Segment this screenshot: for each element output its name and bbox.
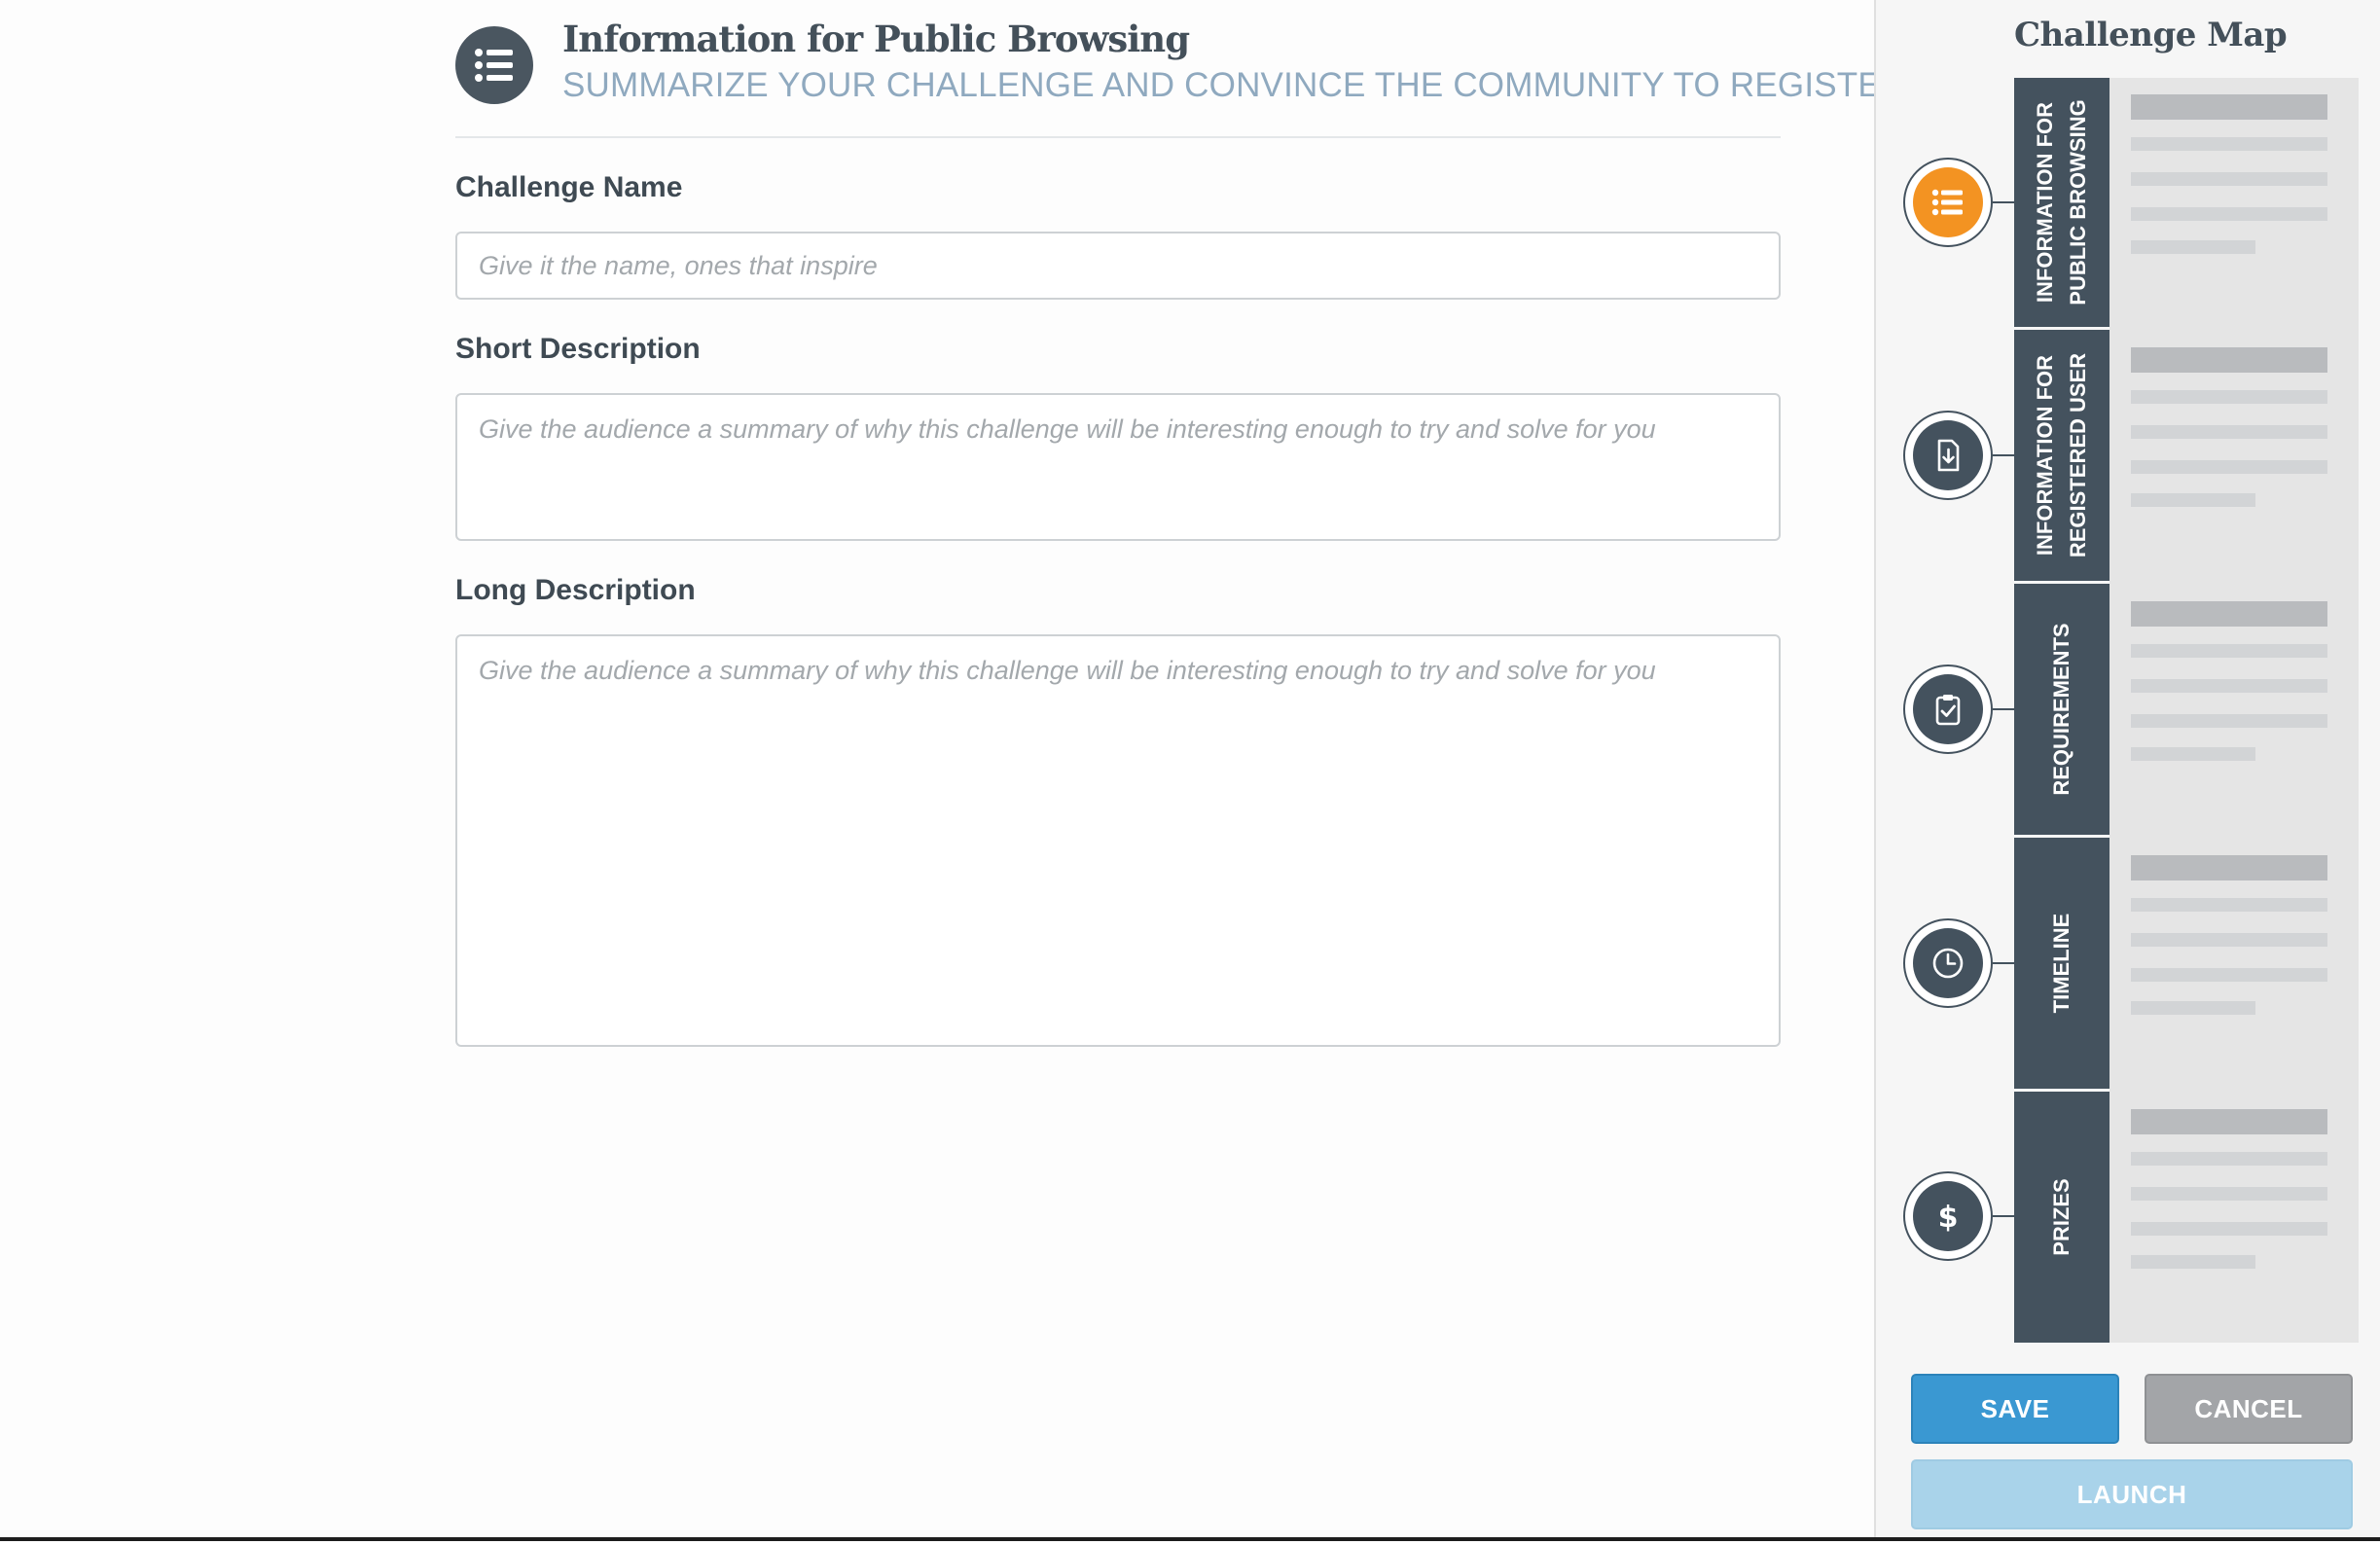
preview-line xyxy=(2131,1222,2327,1236)
preview-line xyxy=(2131,1187,2327,1201)
short-description-label: Short Description xyxy=(455,333,701,365)
map-step-label: REQUIREMENTS xyxy=(2049,623,2073,796)
map-step-registered-user[interactable]: INFORMATION FOR REGISTERED USER xyxy=(2014,330,2110,581)
document-download-icon xyxy=(1913,420,1983,490)
challenge-form-panel: Information for Public Browsing SUMMARIZ… xyxy=(0,0,1905,1537)
map-node-registered-user[interactable] xyxy=(1903,411,1993,500)
launch-button[interactable]: LAUNCH xyxy=(1911,1459,2353,1529)
challenge-name-label: Challenge Name xyxy=(455,171,683,203)
connector-line xyxy=(1993,201,2014,203)
map-step-prizes[interactable]: PRIZES xyxy=(2014,1092,2110,1343)
preview-line xyxy=(2131,390,2327,404)
challenge-name-input[interactable] xyxy=(455,232,1781,300)
preview-line xyxy=(2131,425,2327,439)
short-description-textarea[interactable] xyxy=(455,393,1781,541)
page-subtitle: SUMMARIZE YOUR CHALLENGE AND CONVINCE TH… xyxy=(562,66,1906,104)
preview-line xyxy=(2131,747,2255,761)
challenge-map-title: Challenge Map xyxy=(2014,16,2288,54)
header-divider xyxy=(455,136,1781,138)
clipboard-check-icon xyxy=(1913,674,1983,744)
preview-line xyxy=(2131,714,2327,728)
map-step-requirements[interactable]: REQUIREMENTS xyxy=(2014,584,2110,835)
map-node-public-browsing[interactable] xyxy=(1903,158,1993,247)
long-description-label: Long Description xyxy=(455,574,696,606)
connector-line xyxy=(1993,454,2014,456)
preview-line xyxy=(2131,172,2327,186)
list-icon xyxy=(455,26,533,104)
list-icon xyxy=(1913,167,1983,237)
connector-line xyxy=(1993,708,2014,710)
preview-line xyxy=(2131,207,2327,221)
preview-line xyxy=(2131,493,2255,507)
preview-line xyxy=(2131,460,2327,474)
preview-line xyxy=(2131,1001,2255,1015)
preview-line xyxy=(2131,347,2327,373)
preview-line xyxy=(2131,855,2327,880)
preview-line xyxy=(2131,240,2255,254)
preview-line xyxy=(2131,1255,2255,1269)
map-step-label: PRIZES xyxy=(2049,1178,2073,1256)
connector-line xyxy=(1993,962,2014,964)
map-step-label: INFORMATION FOR PUBLIC BROWSING xyxy=(2033,99,2090,305)
preview-line xyxy=(2131,679,2327,693)
preview-line xyxy=(2131,968,2327,982)
map-node-requirements[interactable] xyxy=(1903,665,1993,754)
page-title: Information for Public Browsing xyxy=(562,18,1190,60)
long-description-textarea[interactable] xyxy=(455,634,1781,1047)
preview-line xyxy=(2131,1152,2327,1166)
map-step-label: INFORMATION FOR REGISTERED USER xyxy=(2033,352,2090,558)
preview-line xyxy=(2131,94,2327,120)
bottom-border xyxy=(0,1537,2380,1541)
save-button[interactable]: SAVE xyxy=(1911,1374,2119,1444)
preview-line xyxy=(2131,644,2327,658)
map-node-timeline[interactable] xyxy=(1903,918,1993,1008)
cancel-button[interactable]: CANCEL xyxy=(2145,1374,2353,1444)
connector-line xyxy=(1993,1215,2014,1217)
preview-line xyxy=(2131,933,2327,947)
preview-line xyxy=(2131,1109,2327,1134)
preview-line xyxy=(2131,601,2327,627)
dollar-icon: $ xyxy=(1913,1181,1983,1251)
preview-line xyxy=(2131,898,2327,912)
clock-icon xyxy=(1913,928,1983,998)
map-step-timeline[interactable]: TIMELINE xyxy=(2014,838,2110,1089)
map-step-label: TIMELINE xyxy=(2049,913,2073,1014)
preview-line xyxy=(2131,137,2327,151)
map-node-prizes[interactable]: $ xyxy=(1903,1171,1993,1261)
map-step-public-browsing[interactable]: INFORMATION FOR PUBLIC BROWSING xyxy=(2014,78,2110,327)
svg-text:$: $ xyxy=(1938,1201,1959,1235)
